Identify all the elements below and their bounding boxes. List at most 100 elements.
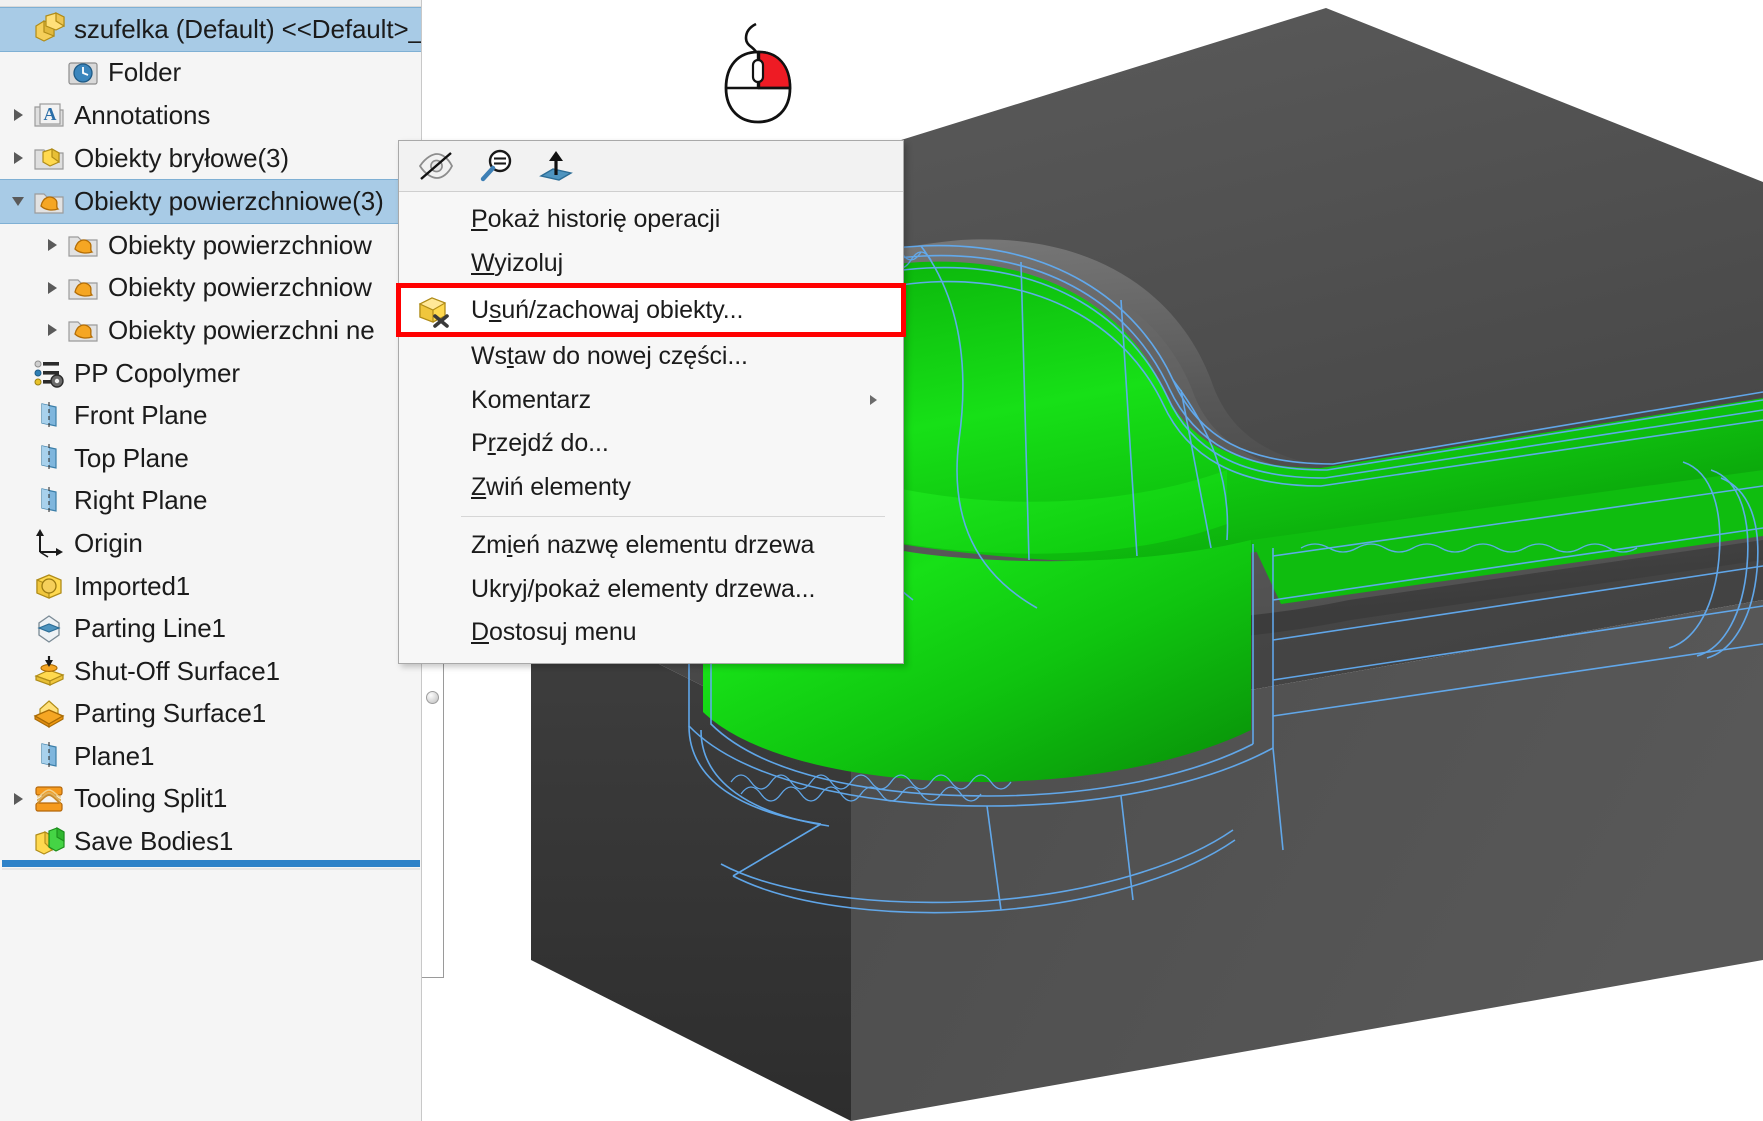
menu-item-label: Wyizoluj [471, 248, 564, 277]
tree-item-label: PP Copolymer [74, 357, 240, 388]
menu-item-komentarz[interactable]: Komentarz [399, 379, 903, 423]
menu-icon-slot [413, 615, 457, 651]
chevron-right-icon[interactable] [38, 281, 66, 294]
splitter-grip-dot [426, 691, 439, 704]
tree-item-label: Obiekty powierzchniow [108, 272, 372, 303]
panel-splitter-handle[interactable] [421, 646, 444, 978]
save-bodies-icon [32, 825, 66, 859]
svg-text:A: A [44, 104, 57, 124]
tree-item-save-bodies1[interactable]: Save Bodies1 [0, 820, 421, 863]
shutoff-surface-icon [32, 654, 66, 688]
menu-icon-slot [413, 426, 457, 462]
menu-item-poka-histori-operacji[interactable]: Pokaż historię operacji [399, 198, 903, 242]
tree-item-origin[interactable]: Origin [0, 522, 421, 565]
tree-item-obiekty-powierzchniow[interactable]: Obiekty powierzchniow [0, 224, 421, 267]
tree-item-annotations[interactable]: A Annotations [0, 94, 421, 137]
tree-item-szufelka-default-default-w[interactable]: szufelka (Default) <<Default>_W [0, 7, 421, 52]
surface-bodies-folder-icon [32, 185, 66, 219]
tree-item-pp-copolymer[interactable]: PP Copolymer [0, 352, 421, 395]
tree-item-parting-surface1[interactable]: Parting Surface1 [0, 693, 421, 736]
tree-item-tooling-split1[interactable]: Tooling Split1 [0, 778, 421, 821]
tree-empty-area [0, 870, 421, 1121]
tree-item-label: Right Plane [74, 485, 208, 516]
menu-item-zwi-elementy[interactable]: Zwiń elementy [399, 466, 903, 510]
tree-item-obiekty-bry-owe-3[interactable]: Obiekty bryłowe(3) [0, 137, 421, 180]
tree-item-label: Obiekty powierzchniowe(3) [74, 186, 384, 217]
chevron-right-icon[interactable] [4, 109, 32, 122]
parting-line-icon [32, 612, 66, 646]
tree-item-top-plane[interactable]: Top Plane [0, 437, 421, 480]
chevron-right-icon[interactable] [4, 792, 32, 805]
origin-icon [32, 526, 66, 560]
menu-item-label: Ukryj/pokaż elementy drzewa... [471, 574, 816, 603]
context-menu-item-list[interactable]: Pokaż historię operacji Wyizoluj Usuń/zac… [396, 192, 906, 663]
context-menu-toolbar[interactable] [399, 141, 903, 192]
tree-item-label: Obiekty bryłowe(3) [74, 142, 289, 173]
menu-icon-slot [413, 245, 457, 281]
surface-bodies-folder-icon [66, 313, 100, 347]
tree-item-obiekty-powierzchniowe-3[interactable]: Obiekty powierzchniowe(3) [0, 179, 421, 224]
feature-manager-tree-panel[interactable]: szufelka (Default) <<Default>_W Folder A… [0, 0, 422, 1121]
part-body-icon [32, 12, 66, 46]
tree-item-label: Parting Line1 [74, 613, 226, 644]
menu-item-usu-zachowaj-obiekty[interactable]: Usuń/zachowaj obiekty... [396, 283, 906, 337]
tree-item-label: Origin [74, 527, 143, 558]
tree-item-label: Save Bodies1 [74, 826, 234, 857]
tooling-split-icon [32, 782, 66, 816]
menu-icon-slot [413, 469, 457, 505]
solid-bodies-folder-icon [32, 141, 66, 175]
tree-item-parting-line1[interactable]: Parting Line1 [0, 607, 421, 650]
menu-item-label: Dostosuj menu [471, 618, 637, 647]
submenu-arrow-icon [870, 395, 877, 406]
tree-item-label: Folder [108, 57, 182, 88]
tree-item-folder[interactable]: Folder [0, 52, 421, 95]
imported-icon [32, 569, 66, 603]
history-folder-icon [66, 56, 100, 90]
hide-show-icon[interactable] [413, 146, 459, 186]
tree-item-imported1[interactable]: Imported1 [0, 565, 421, 608]
annotations-folder-icon: A [32, 98, 66, 132]
menu-icon-slot [413, 528, 457, 564]
menu-icon-slot [413, 382, 457, 418]
feature-tree-list[interactable]: szufelka (Default) <<Default>_W Folder A… [0, 7, 421, 863]
chevron-right-icon[interactable] [38, 324, 66, 337]
tree-item-label: szufelka (Default) <<Default>_W [74, 13, 422, 44]
menu-item-ukryj-poka-elementy-drzewa[interactable]: Ukryj/pokaż elementy drzewa... [399, 568, 903, 612]
tree-item-label: Shut-Off Surface1 [74, 655, 280, 686]
tree-item-label: Obiekty powierzchni ne [108, 314, 375, 345]
context-menu[interactable]: Pokaż historię operacji Wyizoluj Usuń/zac… [396, 140, 906, 664]
menu-icon-slot [413, 339, 457, 375]
plane-icon [32, 739, 66, 773]
tree-item-obiekty-powierzchni-ne[interactable]: Obiekty powierzchni ne [0, 309, 421, 352]
tree-item-plane1[interactable]: Plane1 [0, 735, 421, 778]
menu-item-label: Komentarz [471, 385, 591, 414]
menu-item-wyizoluj[interactable]: Wyizoluj [399, 242, 903, 286]
chevron-right-icon[interactable] [4, 152, 32, 165]
tree-item-front-plane[interactable]: Front Plane [0, 394, 421, 437]
tree-panel-top-divider [0, 0, 421, 7]
tree-item-label: Annotations [74, 99, 211, 130]
tree-item-right-plane[interactable]: Right Plane [0, 480, 421, 523]
menu-item-dostosuj-menu[interactable]: Dostosuj menu [399, 611, 903, 655]
plane-icon [32, 441, 66, 475]
tree-item-obiekty-powierzchniow[interactable]: Obiekty powierzchniow [0, 267, 421, 310]
tree-item-shut-off-surface1[interactable]: Shut-Off Surface1 [0, 650, 421, 693]
menu-item-przejd-do[interactable]: Przejdź do... [399, 422, 903, 466]
chevron-right-icon[interactable] [38, 239, 66, 252]
menu-item-wstaw-do-nowej-cz-ci[interactable]: Wstaw do nowej części... [399, 335, 903, 379]
menu-item-zmie-nazw-elementu-drzewa[interactable]: Zmień nazwę elementu drzewa [399, 524, 903, 568]
tree-rollback-bar[interactable] [2, 860, 420, 867]
menu-item-label: Wstaw do nowej części... [471, 342, 748, 371]
mouse-right-click-icon [724, 22, 792, 124]
parting-surface-icon [32, 697, 66, 731]
menu-separator [461, 516, 885, 517]
normal-to-icon[interactable] [533, 146, 579, 186]
menu-item-label: Przejdź do... [471, 429, 609, 458]
tree-item-label: Imported1 [74, 570, 191, 601]
menu-icon-slot [413, 202, 457, 238]
menu-item-label: Pokaż historię operacji [471, 205, 721, 234]
tree-item-label: Front Plane [74, 400, 208, 431]
tree-item-label: Plane1 [74, 740, 155, 771]
zoom-to-selection-icon[interactable] [473, 146, 519, 186]
chevron-down-icon[interactable] [4, 197, 32, 207]
